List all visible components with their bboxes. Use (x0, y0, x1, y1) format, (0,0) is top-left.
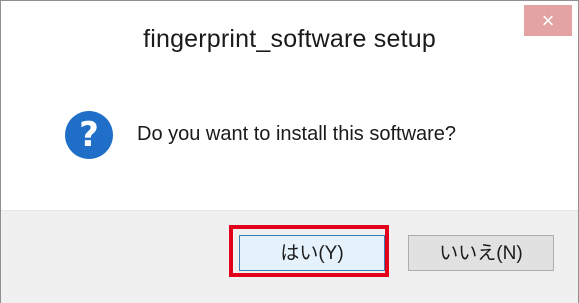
window-title: fingerprint_software setup (143, 25, 436, 53)
title-bar: fingerprint_software setup × (1, 1, 578, 79)
no-button[interactable]: いいえ(N) (408, 235, 554, 271)
close-icon: × (541, 8, 555, 33)
close-button[interactable]: × (524, 5, 572, 36)
button-bar: はい(Y) いいえ(N) (1, 210, 578, 303)
dialog-message: Do you want to install this software? (137, 123, 457, 145)
dialog-content: ? Do you want to install this software? (1, 79, 578, 210)
question-icon: ? (65, 111, 113, 159)
dialog-window: fingerprint_software setup × ? Do you wa… (0, 0, 579, 303)
yes-button[interactable]: はい(Y) (239, 235, 385, 271)
